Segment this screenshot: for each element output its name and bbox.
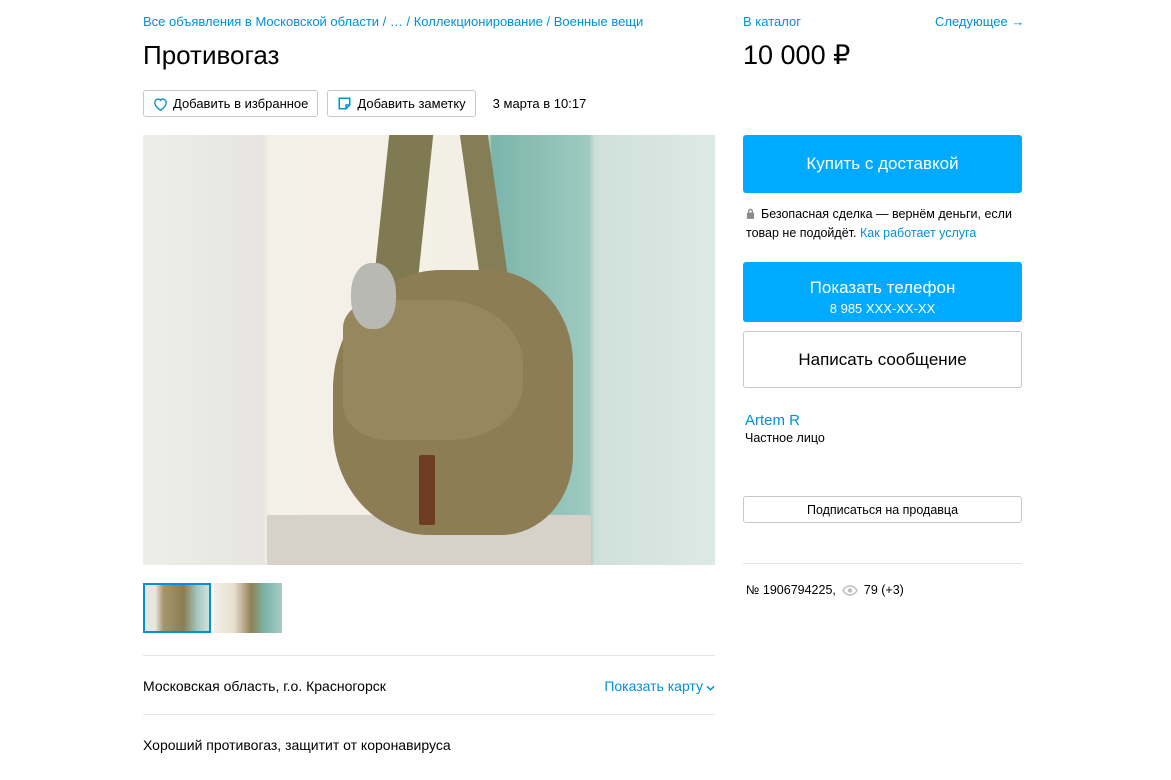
breadcrumb-separator: / [379,14,390,29]
add-note-button[interactable]: Добавить заметку [327,90,476,117]
breadcrumb-separator: / [402,14,414,29]
write-message-button[interactable]: Написать сообщение [743,331,1022,388]
location-address: Московская область, г.о. Красногорск [143,678,386,694]
chevron-down-icon [706,678,715,694]
add-to-favorites-label: Добавить в избранное [173,96,309,111]
listing-description: Хороший противогаз, защитит от коронавир… [143,737,451,753]
divider [143,655,715,656]
show-map-label: Показать карту [604,678,703,694]
masked-phone-number: 8 985 XXX-XX-XX [829,301,936,316]
seller-name-link[interactable]: Artem R [745,412,800,429]
buy-with-delivery-button[interactable]: Купить с доставкой [743,135,1022,193]
photo-buckle-shape [419,455,435,525]
photo-mask-hose-shape [351,263,396,329]
add-to-favorites-button[interactable]: Добавить в избранное [143,90,319,117]
ad-meta: № 1906794225, 79 (+3) [746,583,904,597]
show-phone-label: Показать телефон [809,278,956,297]
breadcrumb: Все объявления в Московской области / … … [143,14,643,29]
breadcrumb-separator: / [542,14,554,29]
seller-type: Частное лицо [745,431,825,445]
subscribe-to-seller-button[interactable]: Подписаться на продавца [743,496,1022,523]
heart-icon [153,97,168,111]
show-map-link[interactable]: Показать карту [604,678,715,694]
breadcrumb-item-ellipsis[interactable]: … [390,14,403,29]
safe-deal-note: Безопасная сделка — вернём деньги, если … [746,205,1036,242]
add-note-label: Добавить заметку [357,96,466,111]
main-photo[interactable] [143,135,715,565]
thumbnail-strip [143,583,282,633]
eye-icon [842,584,858,596]
thumbnail-2[interactable] [214,583,282,633]
next-listing-link[interactable]: Следующее → [935,14,1024,29]
price: 10 000 ₽ [743,40,851,70]
divider [143,714,715,715]
back-to-catalog-link[interactable]: В каталог [743,14,801,29]
breadcrumb-item-military[interactable]: Военные вещи [554,14,644,29]
ad-number: № 1906794225, [746,583,836,597]
thumbnail-1[interactable] [143,583,211,633]
show-phone-button[interactable]: Показать телефон 8 985 XXX-XX-XX [743,262,1022,322]
breadcrumb-item-region[interactable]: Все объявления в Московской области [143,14,379,29]
note-icon [337,96,352,111]
view-count: 79 (+3) [863,583,904,597]
listing-actions: Добавить в избранное Добавить заметку 3 … [143,90,586,117]
breadcrumb-item-collecting[interactable]: Коллекционирование [414,14,543,29]
divider [743,563,1022,564]
page-title: Противогаз [143,40,280,70]
lock-icon [746,206,755,224]
safe-deal-info-link[interactable]: Как работает услуга [860,226,976,240]
publish-date: 3 марта в 10:17 [492,96,587,111]
